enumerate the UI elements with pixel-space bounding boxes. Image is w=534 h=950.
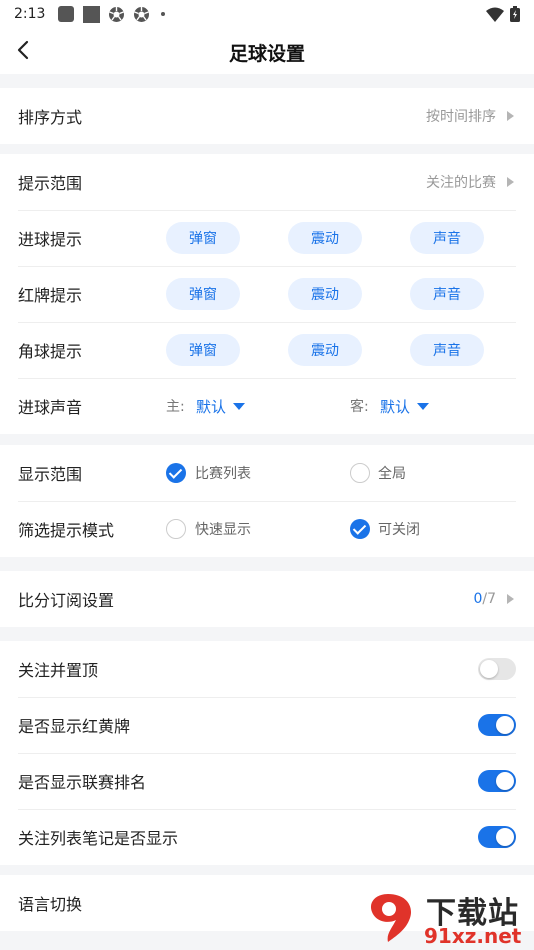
display-range-row: 显示范围 比赛列表 全局 [0, 445, 534, 501]
goal-sound-label: 进球声音 [18, 398, 83, 417]
follow-pin-row: 关注并置顶 [0, 641, 534, 697]
away-sound-select[interactable]: 默认 [380, 396, 410, 417]
corner-alert-label: 角球提示 [18, 342, 83, 361]
corner-vibrate-chip[interactable]: 震动 [288, 334, 362, 366]
subscription-total: /7 [482, 591, 496, 607]
follow-pin-toggle[interactable] [478, 658, 516, 680]
goal-vibrate-chip[interactable]: 震动 [288, 222, 362, 254]
score-subscription-label: 比分订阅设置 [18, 591, 115, 610]
closable-option-label: 可关闭 [378, 522, 420, 538]
goal-sound-row: 进球声音 主: 默认 客: 默认 [0, 378, 534, 434]
alerts-section: 提示范围 关注的比赛 进球提示 弹窗 震动 声音 红牌提示 弹窗 震动 声音 角… [0, 154, 534, 434]
toggles-section: 关注并置顶 是否显示红黄牌 是否显示联赛排名 关注列表笔记是否显示 [0, 641, 534, 865]
sort-row[interactable]: 排序方式 按时间排序 [0, 88, 534, 144]
home-sound-select[interactable]: 默认 [196, 396, 226, 417]
show-ranking-label: 是否显示联赛排名 [18, 773, 147, 792]
toggle-knob [496, 716, 514, 734]
soccer-ball-icon [132, 5, 150, 23]
more-notifications-dot-icon [161, 12, 166, 16]
show-ranking-row: 是否显示联赛排名 [0, 753, 534, 809]
watermark-logo-icon [370, 894, 412, 942]
page-title: 足球设置 [228, 43, 305, 65]
red-card-alert-label: 红牌提示 [18, 286, 83, 305]
global-option-label: 全局 [378, 466, 406, 482]
follow-pin-label: 关注并置顶 [18, 661, 99, 680]
display-section: 显示范围 比赛列表 全局 筛选提示模式 快速显示 可关闭 [0, 445, 534, 557]
red-card-alert-row: 红牌提示 弹窗 震动 声音 [0, 266, 534, 322]
wifi-icon [486, 7, 504, 26]
language-label: 语言切换 [18, 895, 83, 914]
subscription-section: 比分订阅设置 0/7 [0, 571, 534, 627]
score-subscription-row[interactable]: 比分订阅设置 0/7 [0, 571, 534, 627]
filter-mode-label: 筛选提示模式 [18, 521, 115, 540]
arrow-right-icon [507, 594, 514, 604]
caret-down-icon[interactable] [417, 403, 429, 410]
corner-alert-row: 角球提示 弹窗 震动 声音 [0, 322, 534, 378]
toggle-knob [496, 828, 514, 846]
subscription-count: 0/7 [473, 591, 496, 607]
alert-scope-label: 提示范围 [18, 174, 83, 193]
app-header: 足球设置 [0, 28, 534, 74]
site-watermark: 下载站 91xz.net [358, 886, 528, 948]
notification-square-icon [82, 5, 100, 23]
caret-down-icon[interactable] [233, 403, 245, 410]
show-cards-toggle[interactable] [478, 714, 516, 736]
home-sound-label: 主: [166, 399, 185, 415]
red-card-popup-chip[interactable]: 弹窗 [166, 278, 240, 310]
quick-display-radio[interactable] [166, 519, 186, 539]
arrow-right-icon [507, 177, 514, 187]
red-card-vibrate-chip[interactable]: 震动 [288, 278, 362, 310]
show-cards-label: 是否显示红黄牌 [18, 717, 131, 736]
display-range-label: 显示范围 [18, 465, 83, 484]
match-list-radio[interactable] [166, 463, 186, 483]
show-notes-row: 关注列表笔记是否显示 [0, 809, 534, 865]
quick-display-option-label: 快速显示 [195, 522, 251, 538]
corner-popup-chip[interactable]: 弹窗 [166, 334, 240, 366]
filter-mode-row: 筛选提示模式 快速显示 可关闭 [0, 501, 534, 557]
sort-section: 排序方式 按时间排序 [0, 88, 534, 144]
alert-scope-value: 关注的比赛 [426, 175, 496, 191]
show-ranking-toggle[interactable] [478, 770, 516, 792]
toggle-knob [496, 772, 514, 790]
watermark-url: 91xz.net [424, 924, 522, 948]
show-cards-row: 是否显示红黄牌 [0, 697, 534, 753]
show-notes-toggle[interactable] [478, 826, 516, 848]
goal-sound-chip[interactable]: 声音 [410, 222, 484, 254]
away-sound-label: 客: [350, 399, 369, 415]
match-list-option-label: 比赛列表 [195, 466, 251, 482]
arrow-right-icon [507, 111, 514, 121]
soccer-ball-icon [107, 5, 125, 23]
red-card-sound-chip[interactable]: 声音 [410, 278, 484, 310]
goal-alert-row: 进球提示 弹窗 震动 声音 [0, 210, 534, 266]
status-bar: 2:13 [0, 0, 534, 28]
status-time: 2:13 [14, 6, 46, 22]
notification-app-icon [57, 5, 75, 23]
global-radio[interactable] [350, 463, 370, 483]
sort-value: 按时间排序 [426, 109, 496, 125]
sort-label: 排序方式 [18, 108, 83, 127]
goal-popup-chip[interactable]: 弹窗 [166, 222, 240, 254]
goal-alert-label: 进球提示 [18, 230, 83, 249]
corner-sound-chip[interactable]: 声音 [410, 334, 484, 366]
closable-radio[interactable] [350, 519, 370, 539]
alert-scope-row[interactable]: 提示范围 关注的比赛 [0, 154, 534, 210]
battery-icon [510, 6, 520, 26]
toggle-knob [480, 660, 498, 678]
show-notes-label: 关注列表笔记是否显示 [18, 829, 179, 848]
